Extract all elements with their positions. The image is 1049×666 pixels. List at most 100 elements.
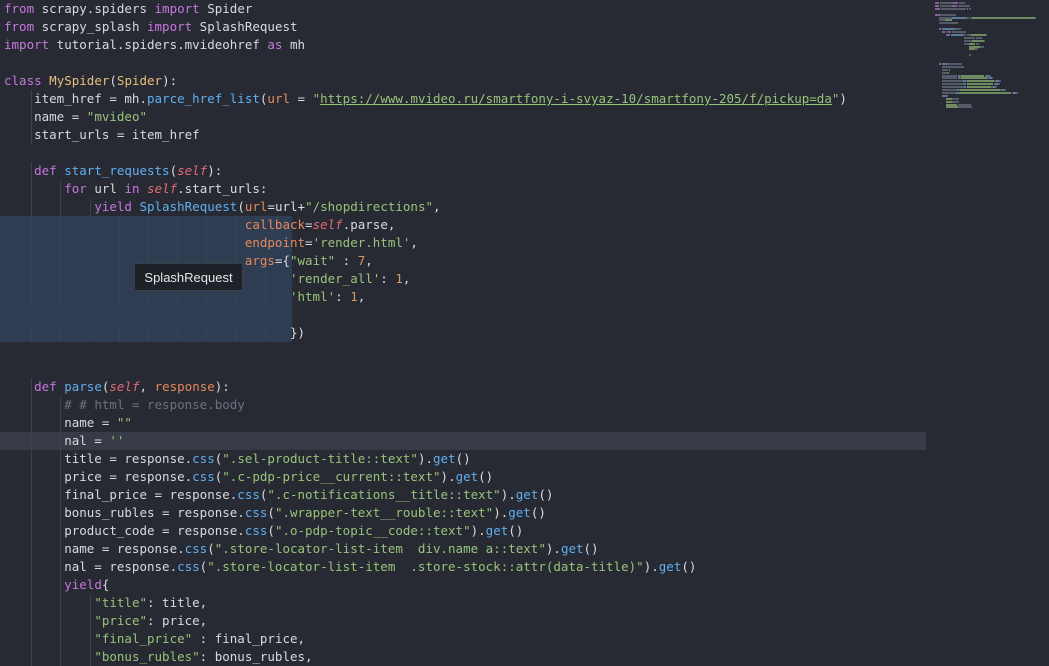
code-area[interactable]: from scrapy.spiders import Spider from sc… [0,0,929,666]
code-line[interactable]: "title": title, [4,594,929,612]
code-line[interactable]: nal = '' [0,432,929,450]
minimap[interactable] [935,0,1049,110]
minimap-line [1004,89,1007,91]
minimap-line [967,83,994,86]
code-line[interactable]: bonus_rubles = response.css(".wrapper-te… [4,504,929,522]
code-token-plain: ( [267,523,275,538]
minimap-line [938,22,959,25]
code-line[interactable]: name = "" [4,414,929,432]
minimap-line [942,86,964,89]
code-line[interactable]: yield SplashRequest(url=url+"/shopdirect… [4,198,929,216]
code-line[interactable]: price = response.css(".c-pdp-price__curr… [4,468,929,486]
minimap-line [959,28,962,31]
code-token-url: https://www.mvideo.ru/smartfony-i-svyaz-… [320,91,832,106]
minimap-line [971,39,984,42]
code-token-param: endpoint [244,235,306,250]
code-token-fn: start_requests [64,163,170,178]
code-token-kw: from [4,1,35,16]
code-line[interactable]: def parse(self, response): [4,378,929,396]
code-line[interactable] [4,342,929,360]
code-token-fn: SplashRequest [139,199,238,214]
minimap-line [958,103,971,106]
code-line[interactable] [4,360,929,378]
code-token-str: 'render.html' [312,235,411,250]
minimap-line [995,86,998,89]
code-token-str: "final_price" [94,631,193,646]
code-line[interactable]: # # html = response.body [4,396,929,414]
minimap-line [946,94,948,97]
code-line[interactable]: for url in self.start_urls: [4,180,929,198]
code-token-str: ".o-pdp-topic__code::text" [274,523,471,538]
minimap-line [1034,16,1036,19]
minimap-line [935,7,941,10]
code-token-plain: ( [237,199,245,214]
code-line[interactable]: nal = response.css(".store-locator-list-… [4,558,929,576]
code-token-plain: ). [500,487,516,502]
minimap-line [945,103,958,106]
code-line[interactable]: item_href = mh.parce_href_list(url = "ht… [4,90,929,108]
code-token-param: url [244,199,268,214]
minimap-line [942,91,956,94]
code-line[interactable]: title = response.css(".sel-product-title… [4,450,929,468]
minimap-line [971,33,987,36]
code-token-str: 'html' [289,289,336,304]
code-line[interactable]: name = response.css(".store-locator-list… [4,540,929,558]
code-line[interactable]: endpoint='render.html', [0,234,929,252]
minimap-line [963,39,971,42]
minimap-line [942,28,955,31]
code-line[interactable]: start_urls = item_href [4,126,929,144]
code-token-str: ".c-pdp-price__current::text" [222,469,441,484]
code-line[interactable]: yield{ [4,576,929,594]
code-token-plain: () [583,541,599,556]
code-line[interactable]: callback=self.parse, [0,216,929,234]
code-token-plain: ): [162,73,178,88]
code-token-plain: tutorial.spiders.mvideohref [49,37,268,52]
minimap-line [986,33,988,36]
code-line[interactable]: name = "mvideo" [4,108,929,126]
code-token-fn: css [184,541,208,556]
code-line[interactable]: final_price = response.css(".c-notificat… [4,486,929,504]
code-line[interactable]: }) [0,324,929,342]
code-line[interactable] [4,144,929,162]
code-line[interactable]: import tutorial.spiders.mvideohref as mh [4,36,929,54]
code-line[interactable]: class MySpider(Spider): [4,72,929,90]
code-line[interactable] [0,306,929,324]
code-editor[interactable]: from scrapy.spiders import Spider from sc… [0,0,1049,666]
code-token-str: "" [116,415,132,430]
minimap-line [978,42,980,45]
code-line[interactable]: "price": price, [4,612,929,630]
code-line[interactable]: "bonus_rubles": bonus_rubles, [4,648,929,666]
minimap-line [942,77,958,80]
code-line[interactable]: "final_price" : final_price, [4,630,929,648]
code-line[interactable]: from scrapy_splash import SplashRequest [4,18,929,36]
code-line[interactable] [4,54,929,72]
code-line[interactable]: product_code = response.css(".o-pdp-topi… [4,522,929,540]
minimap-line [1016,91,1018,94]
code-token-fn: get [455,469,479,484]
code-token-kw: as [267,37,283,52]
code-token-plain: mh [282,37,306,52]
code-token-fn: get [515,487,539,502]
minimap-line [953,2,959,4]
minimap-line [969,42,975,45]
code-line[interactable]: from scrapy.spiders import Spider [4,0,929,18]
code-line[interactable]: def start_requests(self): [4,162,929,180]
code-token-com: # # html = response.body [64,397,245,412]
code-token-plain: ( [267,505,275,520]
minimap-line [945,106,959,109]
code-token-plain: = [290,91,313,106]
minimap-line [998,83,1000,86]
code-token-str: "price" [94,613,147,628]
code-token-plain: ). [493,505,509,520]
minimap-line [948,68,951,71]
code-token-fn: get [433,451,456,466]
code-token-fn: get [508,505,531,520]
code-token-kw: for [64,181,87,196]
code-token-plain: () [508,523,524,538]
code-token-plain: nal = response. [4,559,178,574]
